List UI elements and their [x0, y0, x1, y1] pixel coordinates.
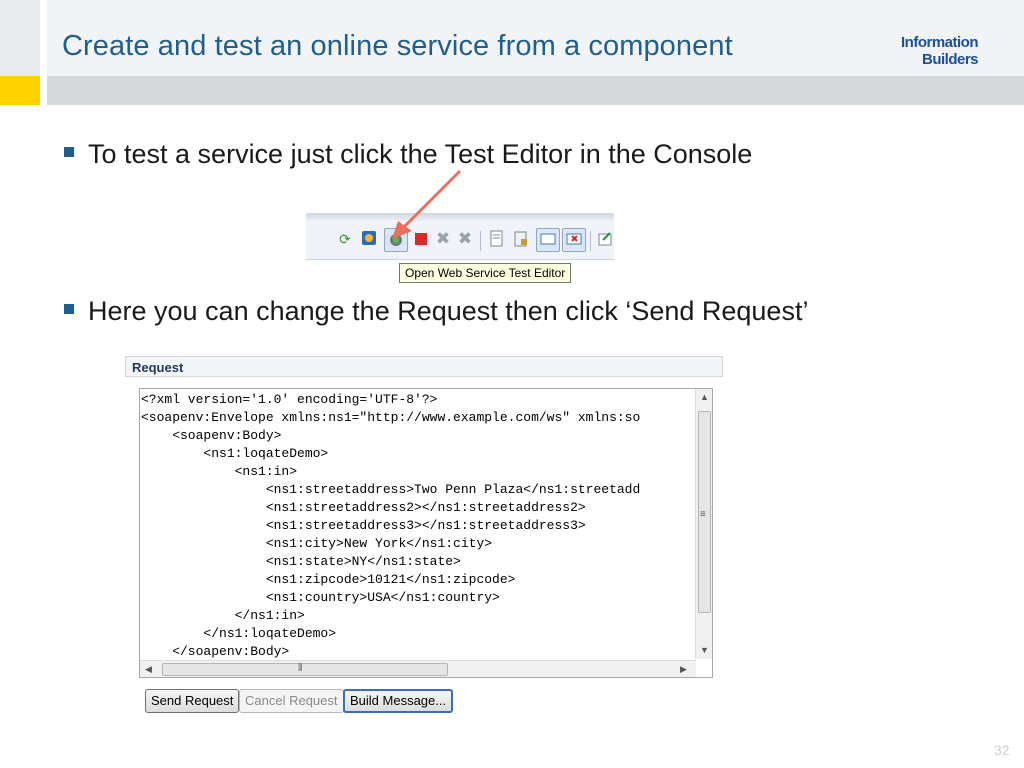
- code-line: <soapenv:Body>: [141, 428, 282, 443]
- code-line: <ns1:country>USA</ns1:country>: [141, 590, 500, 605]
- code-line: <ns1:streetaddress2></ns1:streetaddress2…: [141, 500, 586, 515]
- send-request-button[interactable]: Send Request: [145, 689, 240, 713]
- code-line: <ns1:in>: [141, 464, 298, 479]
- company-logo: Information Builders: [884, 34, 979, 68]
- logo-line1: Information: [901, 34, 979, 51]
- pointer-arrow-icon: [392, 169, 462, 239]
- document-icon[interactable]: [488, 230, 506, 248]
- left-bar-gray: [0, 0, 40, 76]
- cancel-request-button[interactable]: Cancel Request: [239, 689, 344, 713]
- scroll-up-icon[interactable]: ▲: [700, 392, 709, 402]
- code-line: </ns1:in>: [141, 608, 305, 623]
- code-line: <?xml version='1.0' encoding='UTF-8'?>: [141, 392, 438, 407]
- bullet-square-icon: [64, 304, 74, 314]
- bullet-item: Here you can change the Request then cli…: [64, 296, 808, 327]
- grip-icon: ≡: [700, 509, 706, 520]
- bullet-text: Here you can change the Request then cli…: [88, 296, 809, 326]
- code-line: </soapenv:Body>: [141, 644, 290, 659]
- lock-icon[interactable]: [512, 230, 530, 248]
- request-panel-title: Request: [125, 356, 723, 377]
- scroll-right-icon[interactable]: ▶: [680, 664, 687, 675]
- request-xml[interactable]: <?xml version='1.0' encoding='UTF-8'?> <s…: [141, 391, 640, 661]
- toolbar-separator: [590, 231, 591, 251]
- code-line: <ns1:streetaddress3></ns1:streetaddress3…: [141, 518, 586, 533]
- logo-line2: Builders: [921, 51, 979, 68]
- tooltip: Open Web Service Test Editor: [399, 263, 572, 283]
- code-line: <ns1:streetaddress>Two Penn Plaza</ns1:s…: [141, 482, 641, 497]
- run-icon[interactable]: [360, 230, 378, 248]
- scroll-down-icon[interactable]: ▼: [700, 645, 709, 655]
- console-error-icon[interactable]: [562, 228, 586, 252]
- toolbar-separator: [480, 231, 481, 251]
- code-line: </ns1:loqateDemo>: [141, 626, 337, 641]
- code-line: <ns1:state>NY</ns1:state>: [141, 554, 461, 569]
- left-bar-yellow: [0, 76, 40, 105]
- code-line: <ns1:city>New York</ns1:city>: [141, 536, 493, 551]
- divider: [40, 0, 47, 105]
- page-number: 32: [994, 742, 1010, 758]
- header-strip: [47, 76, 1024, 105]
- horizontal-scrollbar[interactable]: ◀ ⦀ ▶: [140, 660, 696, 677]
- open-icon[interactable]: [596, 230, 614, 248]
- vertical-scrollbar[interactable]: ▲ ≡ ▼: [695, 389, 712, 659]
- slide-title: Create and test an online service from a…: [62, 30, 733, 62]
- refresh-icon[interactable]: ⟳: [336, 230, 354, 248]
- scroll-thumb[interactable]: [162, 663, 448, 676]
- code-line: <ns1:zipcode>10121</ns1:zipcode>: [141, 572, 516, 587]
- scroll-left-icon[interactable]: ◀: [145, 664, 152, 675]
- request-editor[interactable]: <?xml version='1.0' encoding='UTF-8'?> <s…: [139, 388, 713, 678]
- bullet-square-icon: [64, 147, 74, 157]
- build-message-button[interactable]: Build Message...: [343, 689, 454, 713]
- code-line: <ns1:loqateDemo>: [141, 446, 329, 461]
- console-icon[interactable]: [536, 228, 560, 252]
- code-line: <soapenv:Envelope xmlns:ns1="http://www.…: [141, 410, 641, 425]
- grip-icon: ⦀: [298, 663, 303, 674]
